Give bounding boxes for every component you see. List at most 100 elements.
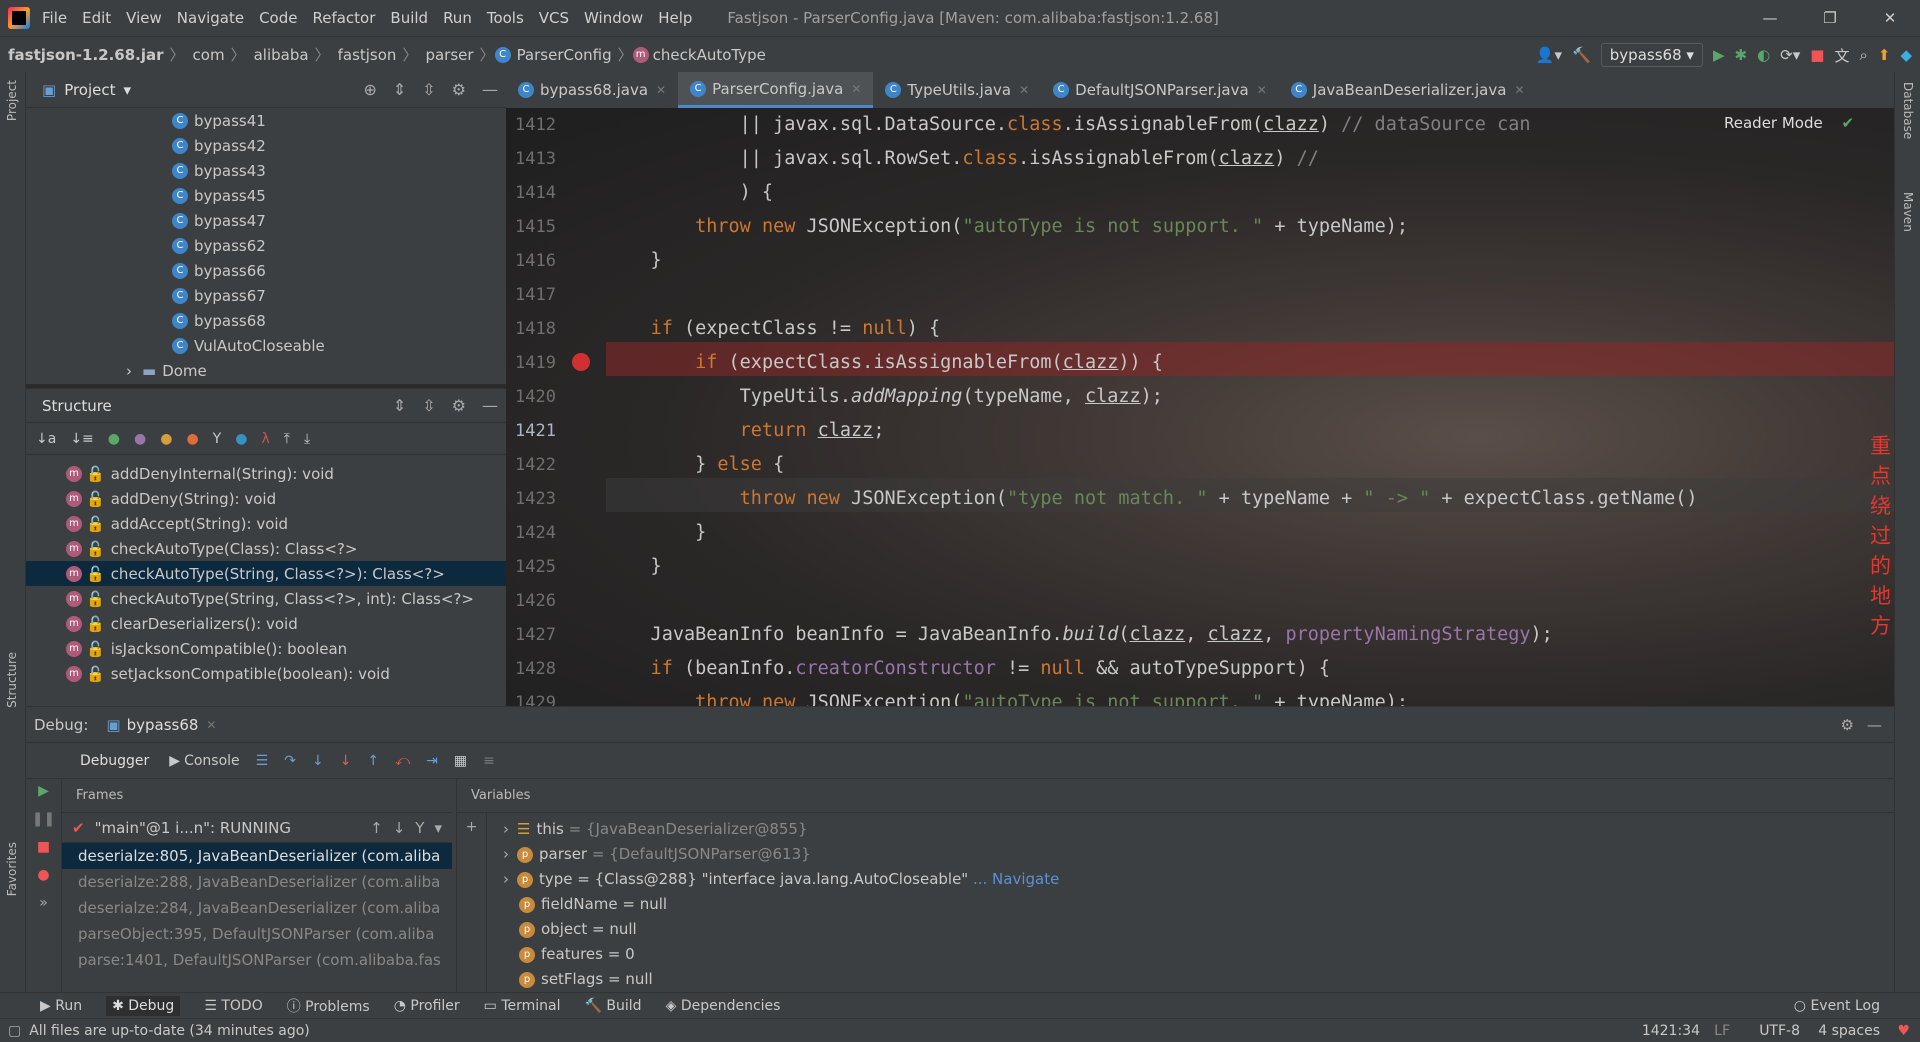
down-icon[interactable]: ↓ [393, 819, 406, 837]
layout-icon[interactable]: ▢ [8, 1023, 21, 1039]
step-out-icon[interactable]: ↑ [367, 753, 379, 769]
menu-help[interactable]: Help [658, 9, 692, 27]
breadcrumb-alibaba[interactable]: alibaba [254, 46, 309, 64]
run-to-cursor-icon[interactable]: ⇥ [426, 753, 438, 769]
tab-defaultjsonparser[interactable]: C DefaultJSONParser.java ✕ [1041, 72, 1279, 108]
expand-all-icon[interactable]: ⇕ [393, 396, 406, 415]
debug-icon[interactable]: ✱ [1734, 46, 1747, 64]
chevron-right-icon[interactable]: › [503, 870, 509, 888]
close-icon[interactable]: ✕ [656, 83, 666, 97]
menu-window[interactable]: Window [584, 9, 643, 27]
close-icon[interactable]: ✕ [206, 718, 216, 732]
close-icon[interactable]: ✕ [851, 82, 861, 96]
expand-all-icon[interactable]: ⇕ [393, 80, 406, 99]
tab-console[interactable]: Console [184, 753, 240, 769]
tree-item[interactable]: Cbypass43 [172, 158, 506, 183]
variable-row[interactable]: p features = 0 [487, 942, 1894, 967]
drop-frame-icon[interactable]: ⤺ [395, 753, 410, 769]
autoscroll-to-icon[interactable]: ⤒ [284, 431, 290, 447]
inherited-icon[interactable]: ● [108, 431, 120, 447]
menu-run[interactable]: Run [443, 9, 472, 27]
navigate-link[interactable]: ... Navigate [973, 870, 1059, 888]
hide-icon[interactable]: — [1867, 716, 1882, 734]
restore-icon[interactable]: ❐ [1800, 0, 1860, 36]
tree-item[interactable]: Cbypass68 [172, 308, 506, 333]
view-breakpoints-icon[interactable]: ● [37, 867, 49, 883]
more-icon[interactable]: » [39, 895, 48, 911]
frames-menu-icon[interactable]: ☰ [256, 753, 269, 769]
variable-row[interactable]: › ☰ this = {JavaBeanDeserializer@855} [487, 817, 1894, 842]
menu-tools[interactable]: Tools [487, 9, 524, 27]
breadcrumb-class[interactable]: ParserConfig [517, 46, 612, 64]
menu-vcs[interactable]: VCS [539, 9, 569, 27]
gear-icon[interactable]: ⚙ [452, 396, 466, 415]
tab-bypass68[interactable]: Cbypass68.java ✕ [506, 72, 678, 108]
menu-edit[interactable]: Edit [82, 9, 111, 27]
stack-frame[interactable]: deserialze:284, JavaBeanDeserializer (co… [62, 895, 452, 921]
menu-file[interactable]: File [42, 9, 67, 27]
structure-item[interactable]: m 🔓 clearDeserializers(): void [26, 611, 506, 636]
todo-tool-button[interactable]: ☰ TODO [204, 998, 262, 1014]
variable-row[interactable]: › p type = {Class@288} "interface java.lan… [487, 867, 1894, 892]
trace-icon[interactable]: ≡ [483, 753, 495, 769]
chevron-right-icon[interactable]: › [126, 362, 132, 380]
menu-refactor[interactable]: Refactor [312, 9, 375, 27]
stack-frame[interactable]: deserialze:288, JavaBeanDeserializer (co… [62, 869, 452, 895]
line-number-gutter[interactable]: 1412 1413 1414 1415 1416 1417 1418 1419 … [506, 108, 606, 706]
close-icon[interactable]: ✕ [1860, 0, 1920, 36]
gear-icon[interactable]: ⚙ [1841, 716, 1854, 734]
update-icon[interactable]: ⬆ [1878, 46, 1891, 64]
line-separator[interactable]: LF [1714, 1023, 1730, 1039]
reader-mode-button[interactable]: Reader Mode ✔ [1724, 114, 1854, 132]
chevron-right-icon[interactable]: › [503, 820, 509, 838]
stop-icon[interactable]: ■ [37, 839, 50, 855]
up-icon[interactable]: ↑ [370, 819, 383, 837]
profiler-tool-button[interactable]: ◔ Profiler [394, 998, 460, 1014]
dependencies-tool-button[interactable]: ◈ Dependencies [666, 998, 781, 1014]
thread-selector[interactable]: ✔ "main"@1 i...n": RUNNING ↑ ↓ Y ▾ [62, 813, 452, 843]
add-watch-icon[interactable]: + [457, 813, 487, 993]
breadcrumb-jar[interactable]: fastjson-1.2.68.jar [8, 46, 164, 64]
stop-icon[interactable]: ■ [1810, 46, 1824, 64]
search-icon[interactable]: ⌕ [1859, 46, 1867, 64]
plugin-icon[interactable]: ◆ [1900, 46, 1912, 64]
indent-setting[interactable]: 4 spaces [1818, 1023, 1880, 1039]
debug-tool-button[interactable]: ✱ Debug [106, 995, 181, 1016]
caret-position[interactable]: 1421:34 [1642, 1023, 1700, 1039]
filter-icon[interactable]: Y [415, 819, 424, 837]
code-area[interactable]: || javax.sql.DataSource.class.isAssignab… [606, 108, 1894, 706]
tree-folder[interactable]: › ▬ Dome [126, 358, 506, 383]
structure-item[interactable]: m 🔓 isJacksonCompatible(): boolean [26, 636, 506, 661]
sort-visibility-icon[interactable]: ↓≡ [70, 431, 93, 447]
profile-icon[interactable]: ⟳▾ [1780, 46, 1800, 64]
variable-row[interactable]: p setFlags = null [487, 967, 1894, 992]
tab-debugger[interactable]: Debugger [76, 753, 153, 769]
run-tool-button[interactable]: ▶ Run [40, 998, 82, 1014]
close-icon[interactable]: ✕ [1019, 83, 1029, 97]
coverage-icon[interactable]: ◐ [1757, 46, 1770, 64]
minimize-icon[interactable]: — [1740, 0, 1800, 36]
menu-view[interactable]: View [126, 9, 162, 27]
run-icon[interactable]: ▶ [1713, 46, 1725, 64]
filter-icon[interactable]: Y [213, 431, 222, 447]
structure-item[interactable]: m 🔓 addAccept(String): void [26, 511, 506, 536]
breadcrumb-method[interactable]: checkAutoType [653, 46, 766, 64]
lambda-icon[interactable]: λ [261, 431, 269, 447]
stack-frame[interactable]: parse:1401, DefaultJSONParser (com.aliba… [62, 947, 452, 973]
chevron-right-icon[interactable]: › [503, 845, 509, 863]
database-side-tab[interactable]: Database [1901, 82, 1915, 139]
chevron-down-icon[interactable]: ▾ [124, 81, 132, 99]
collapse-all-icon[interactable]: ⇳ [422, 80, 435, 99]
variable-row[interactable]: p fieldName = null [487, 892, 1894, 917]
maven-side-tab[interactable]: Maven [1901, 192, 1915, 232]
hide-icon[interactable]: — [482, 80, 498, 99]
evaluate-icon[interactable]: ▦ [454, 753, 467, 769]
step-into-icon[interactable]: ↓ [312, 753, 324, 769]
code-editor[interactable]: Cbypass68.java ✕ C ParserConfig.java ✕ C Typ… [506, 72, 1894, 706]
pause-icon[interactable]: ❚❚ [32, 811, 55, 827]
tree-item[interactable]: C VulAutoCloseable [172, 333, 506, 358]
project-title[interactable]: Project [64, 81, 115, 99]
tab-typeutils[interactable]: C TypeUtils.java ✕ [873, 72, 1041, 108]
notification-icon[interactable]: ♥ [1897, 1023, 1910, 1039]
menu-navigate[interactable]: Navigate [177, 9, 244, 27]
